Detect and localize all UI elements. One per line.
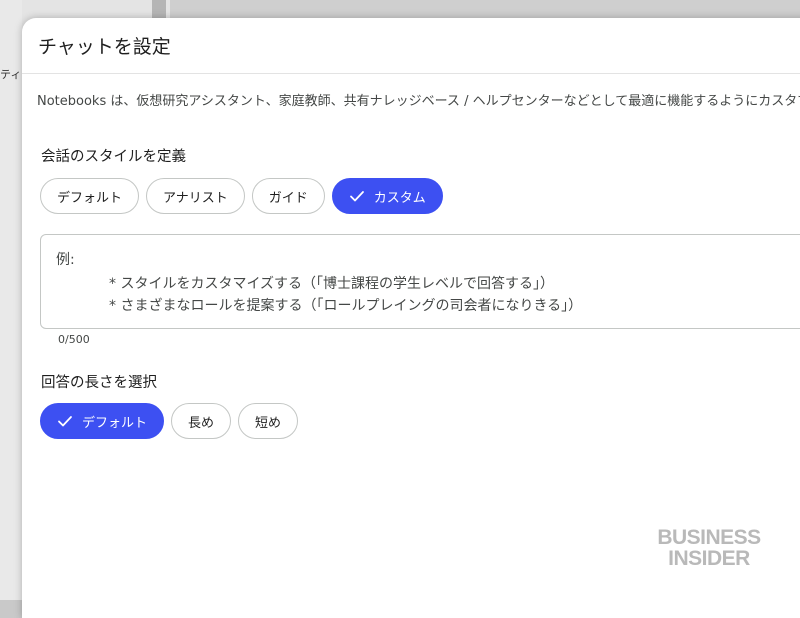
style-chip-default[interactable]: デフォルト bbox=[40, 178, 140, 214]
dialog-header: チャットを設定 bbox=[22, 18, 800, 74]
length-chip-group: デフォルト 長め 短め bbox=[40, 403, 299, 439]
watermark-line: BUSINESS bbox=[657, 526, 761, 549]
dialog-title: チャットを設定 bbox=[38, 36, 171, 58]
chip-label: デフォルト bbox=[82, 415, 148, 431]
business-insider-watermark: BUSINESS INSIDER bbox=[654, 527, 764, 569]
placeholder-heading: 例: bbox=[56, 252, 75, 268]
chip-label: ガイド bbox=[268, 190, 308, 206]
character-counter: 0/500 bbox=[58, 333, 90, 346]
chip-label: アナリスト bbox=[163, 190, 228, 206]
background-text: ティア bbox=[0, 68, 22, 81]
chip-label: 長め bbox=[188, 415, 215, 431]
dialog-description: Notebooks は、仮想研究アシスタント、家庭教師、共有ナレッジベース / … bbox=[37, 94, 800, 109]
chip-label: カスタム bbox=[373, 190, 426, 206]
length-chip-default[interactable]: デフォルト bbox=[40, 403, 165, 439]
custom-style-textarea[interactable]: 例: * スタイルをカスタマイズする（「博士課程の学生レベルで回答する」） * … bbox=[40, 234, 800, 329]
style-chip-group: デフォルト アナリスト ガイド カスタム bbox=[40, 178, 443, 214]
watermark-line: INSIDER bbox=[668, 547, 750, 570]
style-chip-custom[interactable]: カスタム bbox=[331, 178, 443, 214]
check-icon bbox=[58, 416, 72, 427]
chip-label: デフォルト bbox=[57, 190, 123, 206]
style-chip-analyst[interactable]: アナリスト bbox=[146, 178, 245, 214]
style-section-label: 会話のスタイルを定義 bbox=[41, 149, 186, 165]
placeholder-line: * スタイルをカスタマイズする（「博士課程の学生レベルで回答する」） bbox=[109, 276, 555, 292]
placeholder-line: * さまざまなロールを提案する（「ロールプレイングの司会者になりきる」） bbox=[109, 298, 583, 314]
length-chip-long[interactable]: 長め bbox=[171, 403, 232, 439]
length-section-label: 回答の長さを選択 bbox=[41, 375, 157, 391]
background-scrollbar bbox=[152, 0, 166, 20]
length-chip-short[interactable]: 短め bbox=[238, 403, 299, 439]
style-chip-guide[interactable]: ガイド bbox=[251, 178, 325, 214]
background-sidebar bbox=[0, 0, 22, 600]
check-icon bbox=[349, 191, 364, 202]
chip-label: 短め bbox=[255, 415, 282, 431]
